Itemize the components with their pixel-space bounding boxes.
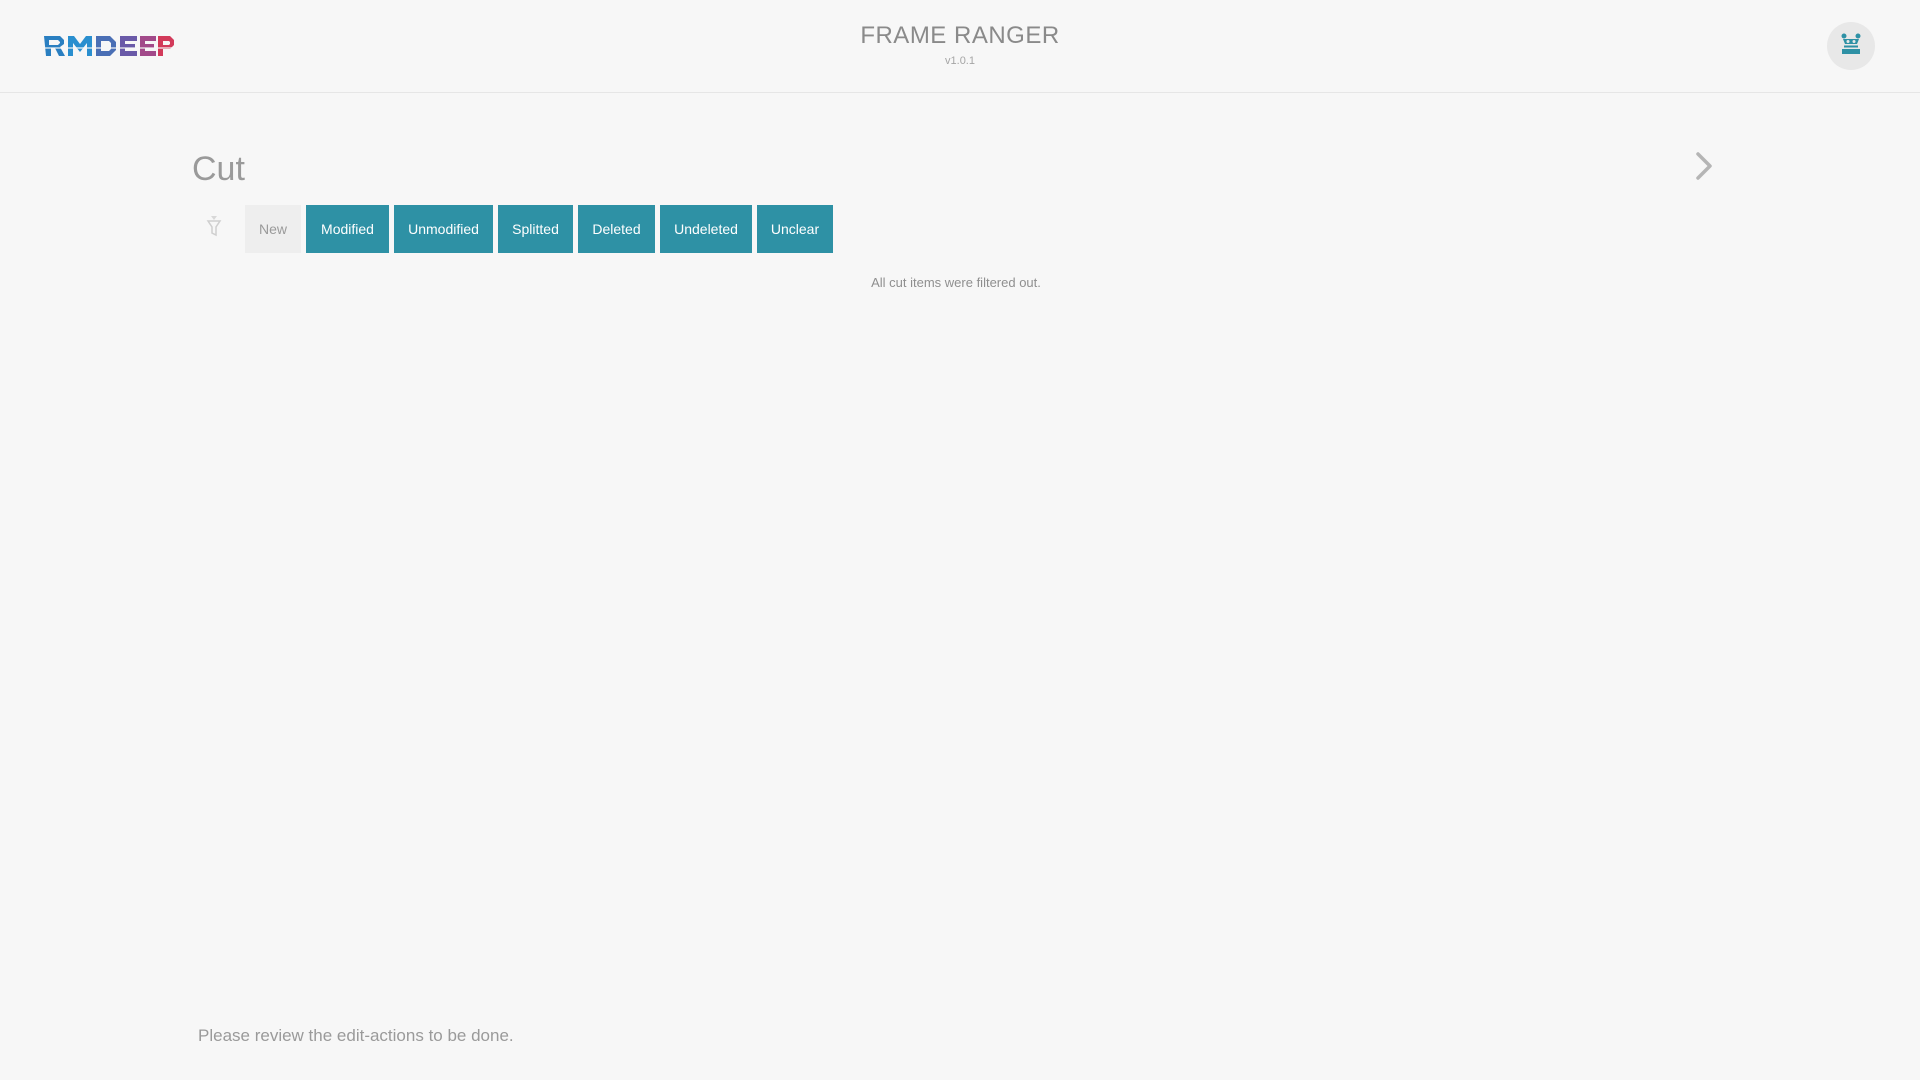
app-title: FRAME RANGER bbox=[860, 22, 1060, 49]
filter-modified-button[interactable]: Modified bbox=[306, 205, 389, 253]
filter-splitted-button[interactable]: Splitted bbox=[498, 205, 573, 253]
chevron-right-icon bbox=[1692, 152, 1716, 186]
footer-message: Please review the edit-actions to be don… bbox=[198, 1026, 514, 1045]
empty-state-message: All cut items were filtered out. bbox=[871, 275, 1041, 290]
filter-unclear-button[interactable]: Unclear bbox=[757, 205, 833, 253]
filter-new-button[interactable]: New bbox=[245, 205, 301, 253]
app-header: FRAME RANGER v1.0.1 bbox=[0, 0, 1920, 93]
app-version: v1.0.1 bbox=[945, 55, 975, 67]
filter-toggle[interactable] bbox=[200, 205, 228, 253]
filter-bar: New Modified Unmodified Splitted Deleted… bbox=[200, 205, 838, 253]
filter-undeleted-button[interactable]: Undeleted bbox=[660, 205, 752, 253]
filter-deleted-button[interactable]: Deleted bbox=[578, 205, 655, 253]
filter-unmodified-button[interactable]: Unmodified bbox=[394, 205, 493, 253]
section-title: Cut bbox=[192, 150, 245, 188]
filter-icon bbox=[206, 215, 222, 244]
next-button[interactable] bbox=[1692, 150, 1716, 182]
user-avatar[interactable] bbox=[1827, 22, 1875, 70]
robot-icon bbox=[1837, 30, 1865, 63]
